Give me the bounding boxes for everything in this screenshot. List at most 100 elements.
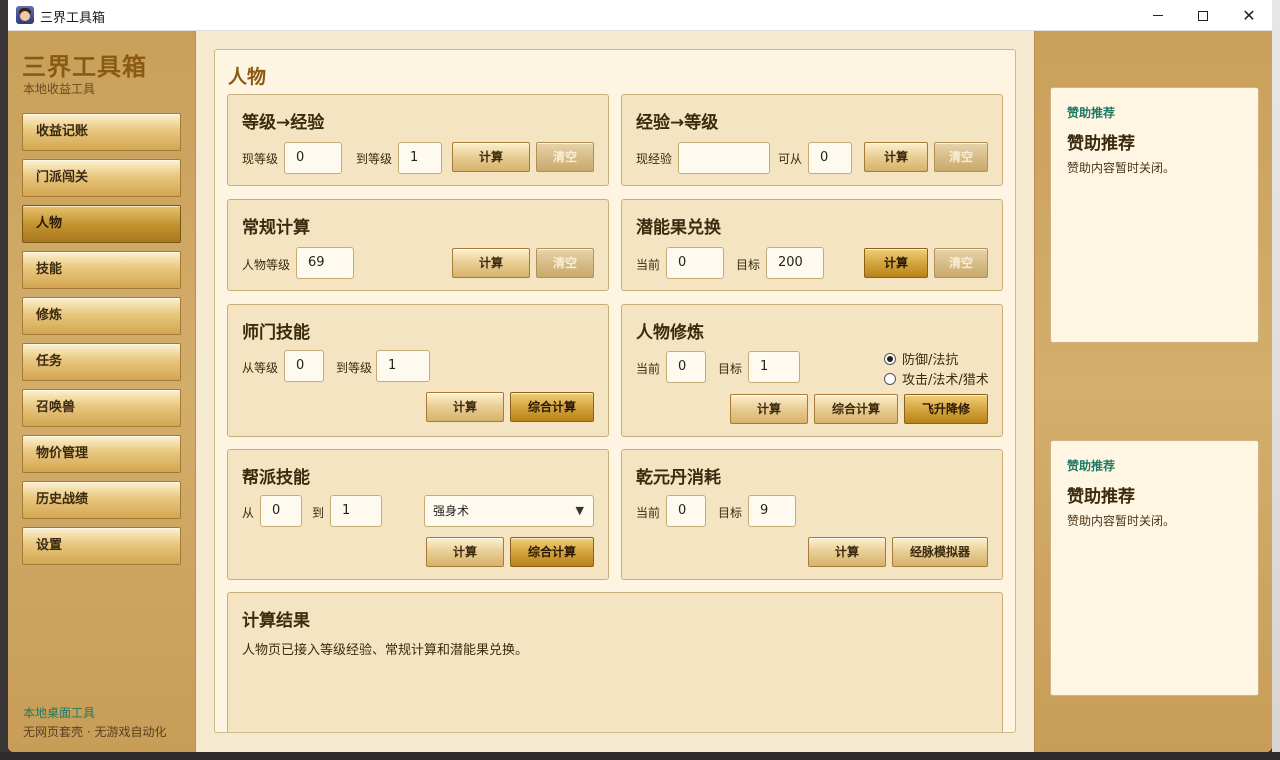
current-input[interactable]: 0 — [666, 495, 706, 527]
combo-calc-button[interactable]: 综合计算 — [814, 394, 898, 424]
to-level-input[interactable]: 1 — [376, 350, 430, 382]
sidebar: 三界工具箱 本地收益工具 收益记账 门派闯关 人物 技能 修炼 任务 召唤兽 物… — [8, 31, 196, 752]
radio-attack-label: 攻击/法术/猎术 — [902, 373, 989, 388]
card-calc-result: 计算结果 人物页已接入等级经验、常规计算和潜能果兑换。 — [227, 592, 1003, 732]
page-title: 人物 — [228, 66, 267, 88]
target-level-input[interactable]: 1 — [398, 142, 442, 174]
calc-button[interactable]: 计算 — [808, 537, 886, 567]
card-title: 帮派技能 — [242, 468, 310, 488]
combo-calc-button[interactable]: 综合计算 — [510, 392, 594, 422]
target-input[interactable]: 9 — [748, 495, 796, 527]
card-title: 常规计算 — [242, 218, 310, 238]
sponsor-title: 赞助推荐 — [1067, 487, 1135, 507]
character-panel: 人物 等级→经验 现等级 0 到等级 1 计算 清空 经验→等级 现经验 可从 … — [214, 49, 1016, 733]
clear-button[interactable]: 清空 — [536, 248, 594, 278]
minimize-icon — [1153, 15, 1163, 16]
card-character-cultivation: 人物修炼 当前 0 目标 1 防御/法抗 攻击/法术/猎术 计算 综合计算 飞升… — [621, 304, 1003, 437]
ascend-button[interactable]: 飞升降修 — [904, 394, 988, 424]
card-title: 计算结果 — [242, 611, 310, 631]
from-level-label: 可从 — [778, 152, 803, 166]
skill-select[interactable]: 强身术 ▼ — [424, 495, 594, 527]
current-label: 当前 — [636, 506, 661, 520]
character-level-label: 人物等级 — [242, 258, 291, 272]
desktop-background-bottom — [0, 752, 1280, 760]
brand-subtitle: 本地收益工具 — [23, 82, 96, 96]
desktop-background-right — [1272, 0, 1280, 760]
sidebar-item-history[interactable]: 历史战绩 — [22, 481, 181, 519]
title-bar[interactable]: 三界工具箱 ✕ — [8, 0, 1272, 31]
meridian-simulator-button[interactable]: 经脉模拟器 — [892, 537, 988, 567]
app-avatar-icon — [16, 6, 34, 24]
calc-button[interactable]: 计算 — [730, 394, 808, 424]
from-input[interactable]: 0 — [260, 495, 302, 527]
close-icon: ✕ — [1242, 6, 1256, 25]
radio-attack[interactable]: 攻击/法术/猎术 — [884, 369, 989, 388]
card-title: 经验→等级 — [636, 113, 719, 133]
clear-button[interactable]: 清空 — [934, 142, 988, 172]
target-label: 目标 — [736, 258, 761, 272]
sidebar-item-cultivation[interactable]: 修炼 — [22, 297, 181, 335]
main-content: 人物 等级→经验 现等级 0 到等级 1 计算 清空 经验→等级 现经验 可从 … — [196, 31, 1034, 752]
from-level-input[interactable]: 0 — [284, 350, 324, 382]
radio-dot-icon — [884, 373, 896, 385]
current-exp-input[interactable] — [678, 142, 770, 174]
from-level-label: 从等级 — [242, 361, 279, 375]
sidebar-item-summons[interactable]: 召唤兽 — [22, 389, 181, 427]
sponsor-title: 赞助推荐 — [1067, 134, 1135, 154]
close-button[interactable]: ✕ — [1226, 0, 1272, 31]
sidebar-footer-title: 本地桌面工具 — [23, 706, 96, 720]
current-label: 当前 — [636, 362, 661, 376]
window-title: 三界工具箱 — [40, 11, 106, 26]
current-input[interactable]: 0 — [666, 351, 706, 383]
sidebar-item-sect-challenge[interactable]: 门派闯关 — [22, 159, 181, 197]
calc-button[interactable]: 计算 — [426, 537, 504, 567]
current-level-input[interactable]: 0 — [284, 142, 342, 174]
current-input[interactable]: 0 — [666, 247, 724, 279]
radio-defense[interactable]: 防御/法抗 — [884, 349, 958, 368]
sponsor-sidebar: 赞助推荐 赞助推荐 赞助内容暂时关闭。 赞助推荐 赞助推荐 赞助内容暂时关闭。 — [1034, 31, 1272, 752]
app-window: 三界工具箱 ✕ 三界工具箱 本地收益工具 收益记账 门派闯关 人物 技能 修炼 … — [8, 0, 1272, 752]
sidebar-item-prices[interactable]: 物价管理 — [22, 435, 181, 473]
card-title: 潜能果兑换 — [636, 218, 721, 238]
sidebar-item-settings[interactable]: 设置 — [22, 527, 181, 565]
minimize-button[interactable] — [1135, 0, 1181, 31]
dropdown-arrow-icon: ▼ — [575, 504, 584, 517]
target-input[interactable]: 1 — [748, 351, 800, 383]
clear-button[interactable]: 清空 — [934, 248, 988, 278]
card-title: 乾元丹消耗 — [636, 468, 721, 488]
card-level-to-exp: 等级→经验 现等级 0 到等级 1 计算 清空 — [227, 94, 609, 186]
target-label: 目标 — [718, 362, 743, 376]
target-label: 目标 — [718, 506, 743, 520]
card-title: 人物修炼 — [636, 323, 704, 343]
calc-button[interactable]: 计算 — [864, 142, 928, 172]
sponsor-card: 赞助推荐 赞助推荐 赞助内容暂时关闭。 — [1050, 440, 1259, 696]
result-text: 人物页已接入等级经验、常规计算和潜能果兑换。 — [242, 643, 529, 658]
card-school-skill: 师门技能 从等级 0 到等级 1 计算 综合计算 — [227, 304, 609, 437]
calc-button[interactable]: 计算 — [426, 392, 504, 422]
combo-calc-button[interactable]: 综合计算 — [510, 537, 594, 567]
clear-button[interactable]: 清空 — [536, 142, 594, 172]
maximize-icon — [1198, 10, 1208, 21]
sponsor-tag: 赞助推荐 — [1067, 459, 1116, 473]
from-level-input[interactable]: 0 — [808, 142, 852, 174]
card-exp-to-level: 经验→等级 现经验 可从 0 计算 清空 — [621, 94, 1003, 186]
sidebar-item-skills[interactable]: 技能 — [22, 251, 181, 289]
character-level-input[interactable]: 69 — [296, 247, 354, 279]
radio-dot-icon — [884, 353, 896, 365]
calc-button[interactable]: 计算 — [864, 248, 928, 278]
sponsor-description: 赞助内容暂时关闭。 — [1067, 161, 1176, 175]
radio-defense-label: 防御/法抗 — [902, 353, 959, 368]
sidebar-item-income[interactable]: 收益记账 — [22, 113, 181, 151]
calc-button[interactable]: 计算 — [452, 248, 530, 278]
sponsor-card: 赞助推荐 赞助推荐 赞助内容暂时关闭。 — [1050, 87, 1259, 343]
sidebar-item-character[interactable]: 人物 — [22, 205, 181, 243]
sidebar-item-tasks[interactable]: 任务 — [22, 343, 181, 381]
skill-select-value: 强身术 — [433, 504, 470, 518]
target-input[interactable]: 200 — [766, 247, 824, 279]
maximize-button[interactable] — [1180, 0, 1226, 31]
current-level-label: 现等级 — [242, 152, 279, 166]
to-label: 到 — [312, 506, 325, 520]
current-exp-label: 现经验 — [636, 152, 673, 166]
to-input[interactable]: 1 — [330, 495, 382, 527]
calc-button[interactable]: 计算 — [452, 142, 530, 172]
